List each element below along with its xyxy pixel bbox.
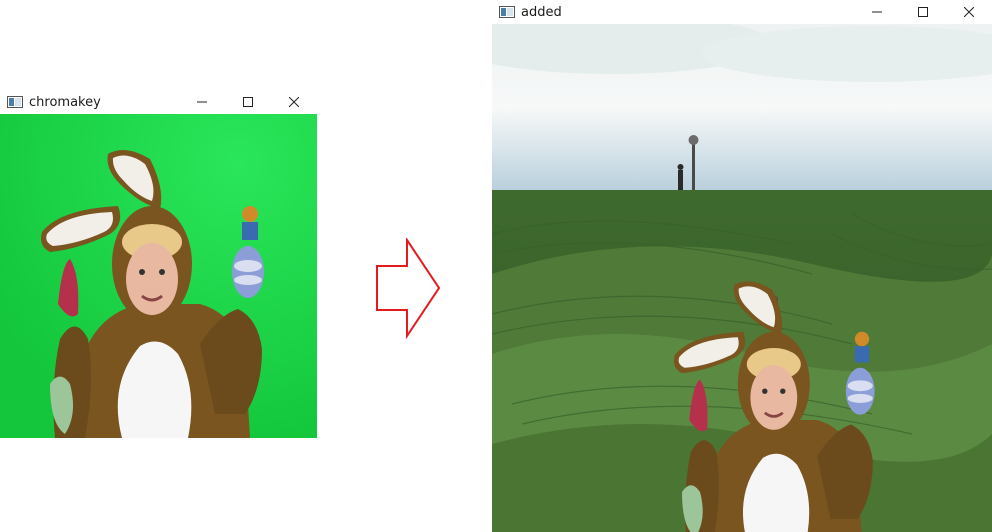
maximize-button[interactable] (225, 90, 271, 114)
close-icon (964, 7, 974, 17)
added-titlebar[interactable]: added (492, 0, 992, 24)
chromakey-image (0, 114, 317, 438)
opencv-window-icon (499, 6, 515, 18)
minimize-icon (197, 101, 207, 103)
close-button[interactable] (946, 0, 992, 24)
added-window: added (492, 0, 992, 532)
close-icon (289, 97, 299, 107)
window-title: added (521, 4, 562, 20)
maximize-icon (918, 7, 928, 17)
minimize-button[interactable] (179, 90, 225, 114)
maximize-button[interactable] (900, 0, 946, 24)
right-arrow-icon (374, 238, 442, 342)
opencv-window-icon (7, 96, 23, 108)
minimize-icon (872, 11, 882, 13)
minimize-button[interactable] (854, 0, 900, 24)
window-title: chromakey (29, 94, 101, 110)
close-button[interactable] (271, 90, 317, 114)
added-image (492, 24, 992, 532)
chromakey-titlebar[interactable]: chromakey (0, 90, 317, 114)
chromakey-window: chromakey (0, 90, 317, 438)
maximize-icon (243, 97, 253, 107)
